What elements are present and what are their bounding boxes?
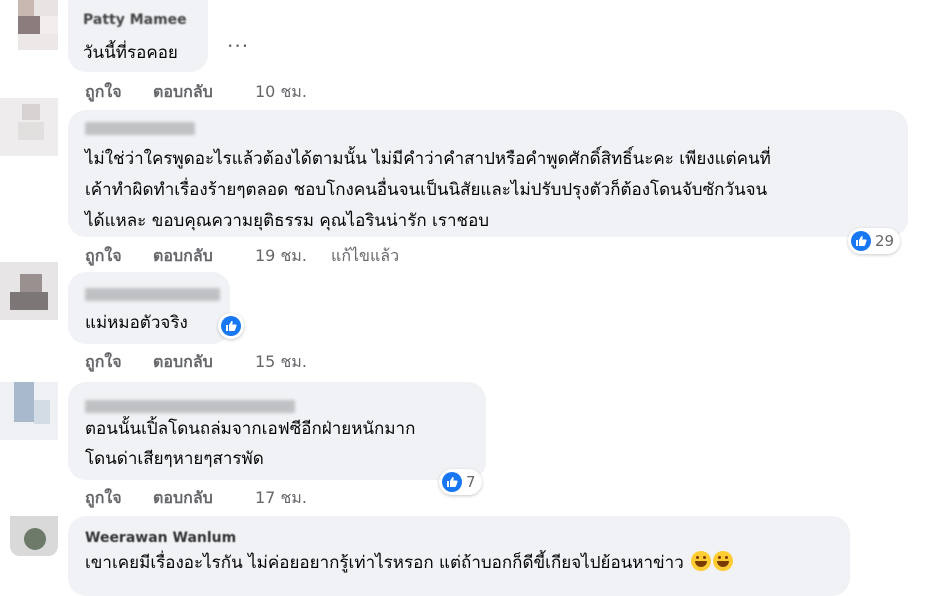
comment-author[interactable]: Weerawan Wanlum: [85, 530, 236, 546]
comment-text: เค้าทำผิดทำเรื่องร้ายๆตลอด ชอบโกงคนอื่นจ…: [85, 180, 768, 200]
reaction-summary[interactable]: 7: [439, 469, 482, 495]
comment-author[interactable]: [85, 288, 220, 301]
reply-link[interactable]: ตอบกลับ: [153, 80, 213, 105]
comment-text: แม่หมอตัวจริง: [85, 313, 188, 333]
like-link[interactable]: ถูกใจ: [85, 80, 122, 105]
reaction-summary[interactable]: [218, 313, 244, 339]
like-link[interactable]: ถูกใจ: [85, 486, 122, 511]
like-icon: [851, 231, 871, 251]
timestamp[interactable]: 10 ชม.: [255, 80, 307, 105]
avatar[interactable]: [0, 98, 58, 156]
more-options-icon[interactable]: ...: [227, 28, 249, 52]
like-icon: [442, 472, 462, 492]
reply-link[interactable]: ตอบกลับ: [153, 244, 213, 269]
avatar[interactable]: [0, 0, 58, 50]
reply-link[interactable]: ตอบกลับ: [153, 486, 213, 511]
reaction-count: 7: [466, 473, 476, 491]
grin-emoji: [691, 551, 712, 571]
like-link[interactable]: ถูกใจ: [85, 244, 122, 269]
avatar[interactable]: [0, 382, 58, 440]
avatar[interactable]: [0, 516, 58, 574]
avatar[interactable]: [0, 262, 58, 320]
timestamp[interactable]: 17 ชม.: [255, 486, 307, 511]
comment-text: วันนี้ที่รอคอย: [83, 43, 178, 63]
like-icon: [221, 316, 241, 336]
comment-text: ตอนนั้นเปิ้ลโดนถล่มจากเอฟซีอีกฝ่ายหนักมา…: [85, 419, 416, 439]
reaction-count: 29: [875, 232, 895, 250]
comment-text: ไม่ใช่ว่าใครพูดอะไรแล้วต้องได้ตามนั้น ไม…: [85, 149, 771, 169]
reply-link[interactable]: ตอบกลับ: [153, 350, 213, 375]
like-link[interactable]: ถูกใจ: [85, 350, 122, 375]
timestamp[interactable]: 19 ชม.: [255, 244, 307, 269]
comment-author[interactable]: [85, 122, 195, 135]
reaction-summary[interactable]: 29: [848, 228, 901, 254]
comment-author[interactable]: [85, 400, 295, 413]
comment-text: เขาเคยมีเรื่องอะไรกัน ไม่ค่อยอยากรู้เท่า…: [85, 548, 734, 579]
timestamp[interactable]: 15 ชม.: [255, 350, 307, 375]
laughing-emoji: [713, 551, 734, 571]
comment-author[interactable]: Patty Mamee: [83, 12, 187, 28]
comment-text-content: เขาเคยมีเรื่องอะไรกัน ไม่ค่อยอยากรู้เท่า…: [85, 553, 684, 573]
edited-label: แก้ไขแล้ว: [331, 246, 400, 265]
comment-text: โดนด่าเสียๆหายๆสารพัด: [85, 449, 264, 469]
comment-text: ได้แหละ ขอบคุณความยุติธรรม คุณไอรินน่ารั…: [85, 211, 490, 231]
